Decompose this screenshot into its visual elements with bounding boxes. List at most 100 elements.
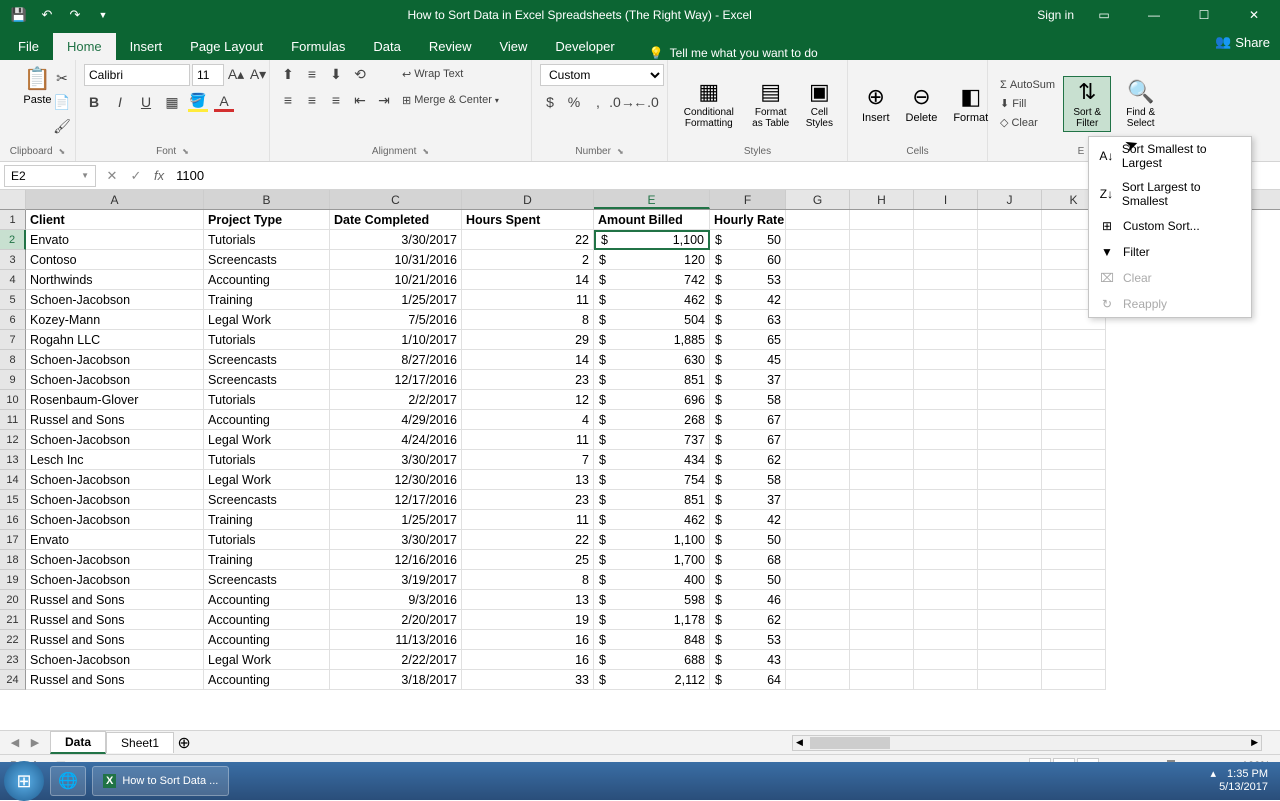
cell[interactable]: 3/19/2017	[330, 570, 462, 590]
row-header-8[interactable]: 8	[0, 350, 26, 370]
cell[interactable]	[786, 290, 850, 310]
format-painter-icon[interactable]: 🖌	[52, 116, 72, 136]
cell[interactable]: 3/18/2017	[330, 670, 462, 690]
cell[interactable]: 4	[462, 410, 594, 430]
cell[interactable]	[1042, 550, 1106, 570]
cell[interactable]	[914, 530, 978, 550]
orientation-icon[interactable]: ⟲	[350, 64, 370, 84]
cell[interactable]	[1042, 450, 1106, 470]
cell[interactable]	[914, 370, 978, 390]
cell[interactable]	[978, 470, 1042, 490]
cell[interactable]	[786, 430, 850, 450]
align-right-icon[interactable]: ≡	[326, 90, 346, 110]
cell[interactable]	[914, 570, 978, 590]
tell-me-search[interactable]: 💡 Tell me what you want to do	[649, 46, 818, 60]
cell[interactable]	[786, 670, 850, 690]
cell[interactable]	[1042, 610, 1106, 630]
delete-cells-button[interactable]: ⊖Delete	[900, 82, 944, 126]
cell[interactable]	[786, 470, 850, 490]
cell[interactable]: Schoen-Jacobson	[26, 550, 204, 570]
cell[interactable]: $37	[710, 490, 786, 510]
cell[interactable]	[914, 390, 978, 410]
custom-sort-item[interactable]: ⊞Custom Sort...	[1089, 213, 1251, 239]
cell[interactable]: $42	[710, 290, 786, 310]
col-header-D[interactable]: D	[462, 190, 594, 209]
cell[interactable]	[786, 610, 850, 630]
row-header-17[interactable]: 17	[0, 530, 26, 550]
cell[interactable]: 29	[462, 330, 594, 350]
row-header-9[interactable]: 9	[0, 370, 26, 390]
decrease-font-icon[interactable]: A▾	[248, 64, 268, 84]
cell[interactable]: 14	[462, 270, 594, 290]
sort-ascending-item[interactable]: A↓Sort Smallest to Largest	[1089, 137, 1251, 175]
cell[interactable]: $46	[710, 590, 786, 610]
row-header-4[interactable]: 4	[0, 270, 26, 290]
cell[interactable]: Russel and Sons	[26, 410, 204, 430]
cell[interactable]	[850, 250, 914, 270]
cell[interactable]	[1042, 510, 1106, 530]
cell[interactable]: $737	[594, 430, 710, 450]
cell[interactable]	[850, 310, 914, 330]
cell[interactable]: Envato	[26, 230, 204, 250]
cell[interactable]	[914, 310, 978, 330]
cell[interactable]: Russel and Sons	[26, 590, 204, 610]
fill-button[interactable]: ⬇Fill	[996, 95, 1059, 112]
row-header-22[interactable]: 22	[0, 630, 26, 650]
cell[interactable]: 4/24/2016	[330, 430, 462, 450]
cell[interactable]: $754	[594, 470, 710, 490]
cell[interactable]: $462	[594, 290, 710, 310]
cell[interactable]: Schoen-Jacobson	[26, 570, 204, 590]
cell[interactable]: $1,178	[594, 610, 710, 630]
cell[interactable]	[914, 610, 978, 630]
cell[interactable]	[978, 250, 1042, 270]
cell[interactable]	[978, 210, 1042, 230]
increase-decimal-icon[interactable]: .0→	[612, 92, 632, 112]
cell[interactable]	[978, 510, 1042, 530]
cell[interactable]	[786, 350, 850, 370]
hscroll-thumb[interactable]	[810, 737, 890, 749]
cell[interactable]	[850, 530, 914, 550]
cell[interactable]: $851	[594, 370, 710, 390]
cell[interactable]	[1042, 530, 1106, 550]
row-header-7[interactable]: 7	[0, 330, 26, 350]
cell[interactable]: 12/17/2016	[330, 370, 462, 390]
cell[interactable]: 9/3/2016	[330, 590, 462, 610]
cell[interactable]: $53	[710, 270, 786, 290]
cell[interactable]: $50	[710, 230, 786, 250]
cell[interactable]: 12	[462, 390, 594, 410]
cell[interactable]: 25	[462, 550, 594, 570]
cell[interactable]: Accounting	[204, 410, 330, 430]
cell[interactable]	[850, 330, 914, 350]
row-header-6[interactable]: 6	[0, 310, 26, 330]
cell[interactable]	[1042, 350, 1106, 370]
alignment-dialog-launcher[interactable]: ⬊	[422, 147, 429, 156]
cell[interactable]	[978, 630, 1042, 650]
cell[interactable]	[914, 650, 978, 670]
font-size-input[interactable]	[192, 64, 224, 86]
cell[interactable]	[786, 450, 850, 470]
cell[interactable]: 2	[462, 250, 594, 270]
cell[interactable]	[978, 530, 1042, 550]
cell[interactable]: Tutorials	[204, 390, 330, 410]
row-header-21[interactable]: 21	[0, 610, 26, 630]
tab-view[interactable]: View	[485, 33, 541, 60]
cell[interactable]: Rosenbaum-Glover	[26, 390, 204, 410]
col-header-E[interactable]: E	[594, 190, 710, 209]
cell[interactable]	[1042, 490, 1106, 510]
cell[interactable]: 8	[462, 570, 594, 590]
cell[interactable]	[978, 370, 1042, 390]
cell[interactable]: Kozey-Mann	[26, 310, 204, 330]
align-middle-icon[interactable]: ≡	[302, 64, 322, 84]
filter-item[interactable]: ▼Filter	[1089, 239, 1251, 265]
tab-home[interactable]: Home	[53, 33, 116, 60]
cell[interactable]	[978, 230, 1042, 250]
cell[interactable]	[1042, 570, 1106, 590]
cell[interactable]	[914, 290, 978, 310]
cell[interactable]	[978, 350, 1042, 370]
cell[interactable]: Screencasts	[204, 490, 330, 510]
col-header-G[interactable]: G	[786, 190, 850, 209]
cell[interactable]	[1042, 370, 1106, 390]
cell[interactable]: $53	[710, 630, 786, 650]
row-header-23[interactable]: 23	[0, 650, 26, 670]
cell[interactable]	[1042, 410, 1106, 430]
